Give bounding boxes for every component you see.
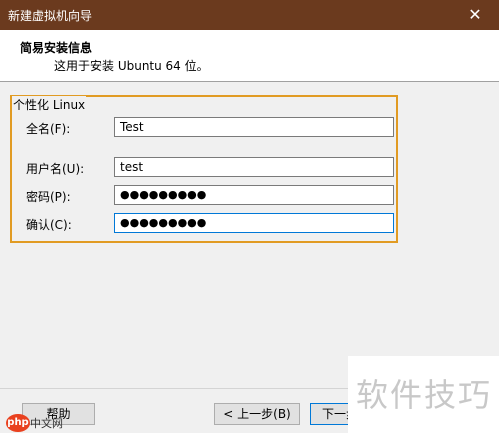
password-label: 密码(P):: [26, 190, 71, 204]
group-label: 个性化 Linux: [12, 96, 87, 113]
php-logo-text: 中文网: [30, 417, 63, 430]
back-button[interactable]: < 上一步(B): [214, 403, 300, 425]
wizard-header: 简易安装信息 这用于安装 Ubuntu 64 位。: [0, 30, 499, 82]
watermark-text: 软件技巧: [356, 376, 493, 414]
php-logo: php 中文网: [6, 414, 66, 432]
header-title: 简易安装信息: [20, 41, 93, 55]
username-label: 用户名(U):: [26, 162, 85, 176]
php-logo-badge: php: [6, 414, 30, 432]
window-title: 新建虚拟机向导: [8, 9, 93, 23]
password-field[interactable]: ●●●●●●●●●: [114, 185, 394, 205]
close-icon[interactable]: ✕: [455, 0, 495, 30]
confirm-label: 确认(C):: [26, 218, 72, 232]
fullname-field[interactable]: Test: [114, 117, 394, 137]
header-subtitle: 这用于安装 Ubuntu 64 位。: [54, 59, 209, 73]
username-field[interactable]: test: [114, 157, 394, 177]
fullname-label: 全名(F):: [26, 122, 71, 136]
confirm-password-field[interactable]: ●●●●●●●●●: [114, 213, 394, 233]
title-bar: 新建虚拟机向导 ✕: [0, 0, 499, 30]
